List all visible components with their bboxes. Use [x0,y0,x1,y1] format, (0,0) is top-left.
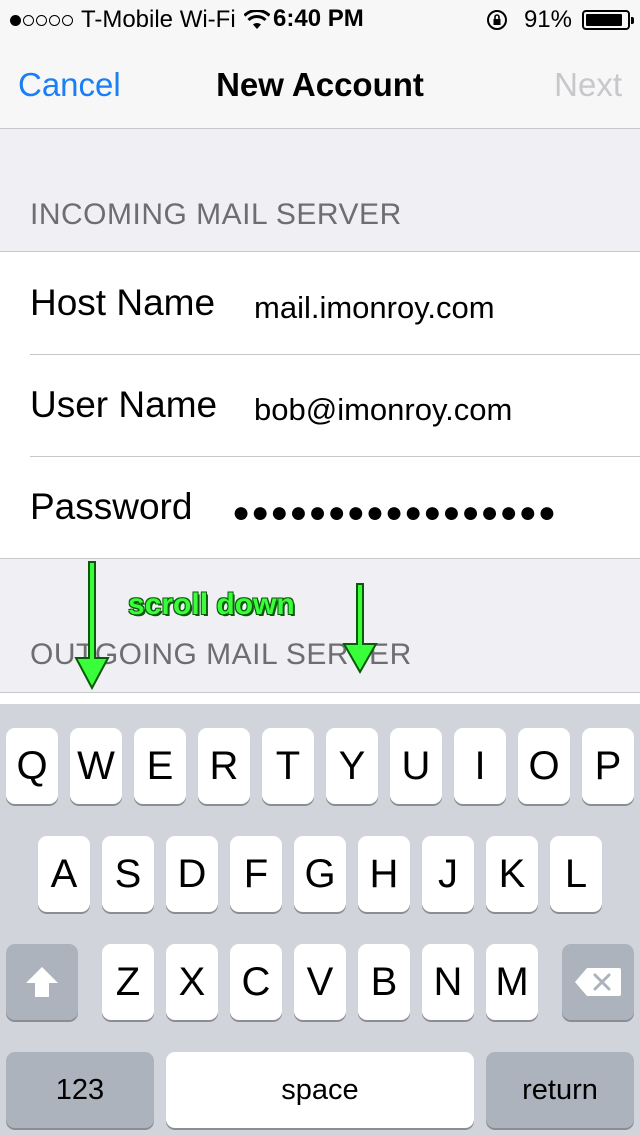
key-r[interactable]: R [198,728,250,804]
key-c[interactable]: C [230,944,282,1020]
key-h[interactable]: H [358,836,410,912]
next-button[interactable]: Next [554,66,622,104]
user-name-row[interactable]: User Name bob@imonroy.com [0,354,640,456]
password-field[interactable]: ●●●●●●●●●●●●●●●●● [232,496,557,530]
key-e[interactable]: E [134,728,186,804]
key-x[interactable]: X [166,944,218,1020]
battery-fill [586,14,623,26]
incoming-server-group: Host Name mail.imonroy.com User Name bob… [0,251,640,559]
user-name-field[interactable]: bob@imonroy.com [254,392,512,428]
status-bar: T-Mobile Wi-Fi 6:40 PM 91% [0,0,640,40]
key-b[interactable]: B [358,944,410,1020]
key-z[interactable]: Z [102,944,154,1020]
carrier-name: T-Mobile Wi-Fi [81,6,236,33]
key-a[interactable]: A [38,836,90,912]
key-v[interactable]: V [294,944,346,1020]
key-f[interactable]: F [230,836,282,912]
host-name-row[interactable]: Host Name mail.imonroy.com [0,252,640,354]
clock-time: 6:40 PM [273,5,364,32]
numbers-key[interactable]: 123 [6,1052,154,1128]
status-left: T-Mobile Wi-Fi [10,6,278,34]
key-m[interactable]: M [486,944,538,1020]
signal-dot [10,14,21,26]
key-q[interactable]: Q [6,728,58,804]
down-arrow-icon [342,583,378,675]
key-p[interactable]: P [582,728,634,804]
signal-dot [36,14,47,26]
status-right: 91% [486,6,634,34]
host-name-field[interactable]: mail.imonroy.com [254,290,495,326]
signal-dot [62,14,73,26]
down-arrow-icon [74,561,110,691]
battery-icon [582,10,634,30]
key-d[interactable]: D [166,836,218,912]
key-l[interactable]: L [550,836,602,912]
key-y[interactable]: Y [326,728,378,804]
scroll-down-annotation: scroll down [128,588,295,621]
incoming-section-header: INCOMING MAIL SERVER [30,198,402,231]
signal-dot [23,14,34,26]
password-label: Password [30,486,193,527]
host-name-label: Host Name [30,282,216,323]
key-w[interactable]: W [70,728,122,804]
signal-dot [49,14,60,26]
key-g[interactable]: G [294,836,346,912]
space-key[interactable]: space [166,1052,474,1128]
key-t[interactable]: T [262,728,314,804]
key-n[interactable]: N [422,944,474,1020]
key-o[interactable]: O [518,728,570,804]
keyboard: Q W E R T Y U I O P A S D F G H J K L Z … [0,704,640,1136]
backspace-icon [575,968,621,996]
wifi-icon [243,10,270,29]
signal-strength-icon [10,14,73,26]
key-s[interactable]: S [102,836,154,912]
navigation-bar: Cancel New Account Next [0,40,640,129]
delete-key[interactable] [562,944,634,1020]
key-u[interactable]: U [390,728,442,804]
rotation-lock-icon [486,10,507,30]
shift-arrow-icon [26,967,58,997]
battery-percent: 91% [523,6,572,33]
user-name-label: User Name [30,384,218,425]
page-title: New Account [216,66,424,103]
shift-key[interactable] [6,944,78,1020]
key-i[interactable]: I [454,728,506,804]
key-k[interactable]: K [486,836,538,912]
key-j[interactable]: J [422,836,474,912]
return-key[interactable]: return [486,1052,634,1128]
password-row[interactable]: Password ●●●●●●●●●●●●●●●●● [0,456,640,558]
